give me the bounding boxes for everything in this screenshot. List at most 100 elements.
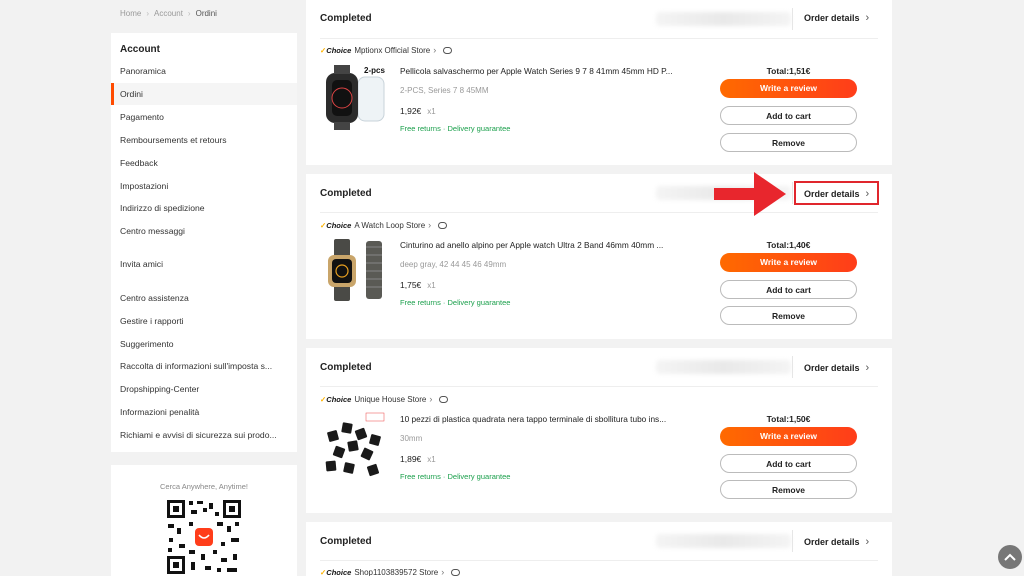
sidebar-item-suggestion[interactable]: Suggerimento	[111, 333, 297, 355]
sidebar-item-messages[interactable]: Centro messaggi	[111, 220, 297, 242]
sidebar-item-ordini[interactable]: Ordini	[111, 83, 297, 105]
order-details-link[interactable]: Order details ›	[804, 362, 869, 374]
chat-icon[interactable]	[443, 46, 453, 54]
sidebar-item-help-center[interactable]: Centro assistenza	[111, 287, 297, 309]
guarantee-text: Free returns · Delivery guarantee	[400, 124, 511, 133]
sidebar-item-invite-friends[interactable]: Invita amici	[111, 253, 297, 275]
chevron-right-icon: ›	[865, 362, 870, 374]
add-to-cart-button[interactable]: Add to cart	[720, 454, 857, 473]
breadcrumb-account[interactable]: Account	[154, 9, 183, 18]
product-variant: deep gray, 42 44 45 46 49mm	[400, 260, 507, 269]
store-name[interactable]: A Watch Loop Store	[354, 221, 425, 230]
chevron-right-icon: ›	[433, 45, 437, 55]
remove-button[interactable]: Remove	[720, 133, 857, 152]
order-status: Completed	[320, 362, 372, 373]
product-quantity: x1	[427, 455, 436, 464]
divider	[320, 386, 878, 387]
sidebar-item-tax-info[interactable]: Raccolta di informazioni sull'imposta s.…	[111, 355, 297, 377]
chevron-right-icon: ›	[865, 12, 870, 24]
sidebar-item-penalties[interactable]: Informazioni penalità	[111, 401, 297, 423]
order-info-blurred	[656, 360, 791, 374]
order-status: Completed	[320, 13, 372, 24]
breadcrumb-home[interactable]: Home	[120, 9, 141, 18]
product-variant: 30mm	[400, 434, 423, 443]
scroll-to-top-button[interactable]	[998, 545, 1022, 569]
product-price: 1,89€ x1	[400, 454, 436, 464]
order-details-link[interactable]: Order details ›	[804, 12, 869, 24]
order-status: Completed	[320, 536, 372, 547]
qr-code-icon	[165, 498, 243, 576]
product-name[interactable]: Pellicola salvaschermo per Apple Watch S…	[400, 66, 700, 76]
order-card: Completed Order details › ✓Choice Unique…	[306, 348, 892, 513]
sidebar-item-safety-recalls[interactable]: Richiami e avvisi di sicurezza sui prodo…	[111, 424, 297, 446]
highlight-box-annotation	[794, 181, 879, 205]
divider	[792, 530, 793, 552]
red-arrow-annotation	[714, 172, 786, 216]
remove-button[interactable]: Remove	[720, 306, 857, 325]
write-review-button[interactable]: Write a review	[720, 79, 857, 98]
product-price: 1,92€ x1	[400, 106, 436, 116]
thumb-badge: 2-pcs	[364, 66, 385, 75]
order-card: Completed Order details › ✓Choice Shop11…	[306, 522, 892, 576]
sidebar-item-shipping-address[interactable]: Indirizzo di spedizione	[111, 197, 297, 219]
chat-icon[interactable]	[439, 395, 449, 403]
chat-icon[interactable]	[438, 221, 448, 229]
store-row[interactable]: ✓Choice A Watch Loop Store ›	[320, 220, 448, 230]
store-name[interactable]: Mptionx Official Store	[354, 46, 430, 55]
chevron-right-icon: ›	[428, 220, 432, 230]
product-quantity: x1	[427, 107, 436, 116]
add-to-cart-button[interactable]: Add to cart	[720, 106, 857, 125]
choice-badge: ✓Choice	[320, 45, 352, 55]
divider	[320, 38, 878, 39]
write-review-button[interactable]: Write a review	[720, 253, 857, 272]
order-total: Total:1,40€	[766, 240, 811, 250]
sidebar-item-pagamento[interactable]: Pagamento	[111, 106, 297, 128]
product-thumbnail[interactable]	[320, 409, 390, 479]
sidebar-item-reports[interactable]: Gestire i rapporti	[111, 310, 297, 332]
add-to-cart-button[interactable]: Add to cart	[720, 280, 857, 299]
order-total: Total:1,50€	[766, 414, 811, 424]
chevron-right-icon: ›	[429, 394, 433, 404]
order-details-link[interactable]: Order details ›	[804, 536, 869, 548]
order-details-label: Order details	[804, 13, 860, 23]
order-card: Completed Order details › ✓Choice Mption…	[306, 0, 892, 165]
remove-button[interactable]: Remove	[720, 480, 857, 499]
store-row[interactable]: ✓Choice Mptionx Official Store ›	[320, 45, 453, 55]
store-name[interactable]: Shop1103839572 Store	[354, 568, 438, 576]
product-variant: 2-PCS, Series 7 8 45MM	[400, 86, 489, 95]
guarantee-text: Free returns · Delivery guarantee	[400, 298, 511, 307]
chevron-right-icon: ›	[865, 536, 870, 548]
chevron-right-icon: ›	[441, 567, 445, 576]
account-sidebar: Account Panoramica Ordini Pagamento Remb…	[111, 33, 297, 452]
store-name[interactable]: Unique House Store	[354, 395, 426, 404]
product-thumbnail[interactable]	[320, 235, 390, 305]
app-download-box: Cerca Anywhere, Anytime!	[111, 465, 297, 576]
choice-badge: ✓Choice	[320, 220, 352, 230]
product-name[interactable]: 10 pezzi di plastica quadrata nera tappo…	[400, 414, 700, 424]
breadcrumb: Home › Account › Ordini	[120, 9, 217, 18]
sidebar-item-refunds[interactable]: Remboursements et retours	[111, 129, 297, 151]
choice-badge: ✓Choice	[320, 394, 352, 404]
sidebar-item-feedback[interactable]: Feedback	[111, 152, 297, 174]
order-details-label: Order details	[804, 537, 860, 547]
sidebar-title: Account	[120, 44, 160, 55]
divider	[320, 212, 878, 213]
product-quantity: x1	[427, 281, 436, 290]
divider	[792, 8, 793, 30]
choice-badge: ✓Choice	[320, 567, 352, 576]
product-thumbnail[interactable]: 2-pcs	[320, 61, 390, 131]
sidebar-item-panoramica[interactable]: Panoramica	[111, 60, 297, 82]
store-row[interactable]: ✓Choice Shop1103839572 Store ›	[320, 567, 461, 576]
divider	[792, 356, 793, 378]
sidebar-item-dropshipping[interactable]: Dropshipping-Center	[111, 378, 297, 400]
sidebar-item-impostazioni[interactable]: Impostazioni	[111, 175, 297, 197]
product-name[interactable]: Cinturino ad anello alpino per Apple wat…	[400, 240, 700, 250]
order-status: Completed	[320, 188, 372, 199]
divider	[320, 560, 878, 561]
store-row[interactable]: ✓Choice Unique House Store ›	[320, 394, 449, 404]
order-details-label: Order details	[804, 363, 860, 373]
breadcrumb-separator: ›	[146, 9, 150, 18]
arrow-up-icon	[1004, 553, 1016, 561]
chat-icon[interactable]	[451, 568, 461, 576]
write-review-button[interactable]: Write a review	[720, 427, 857, 446]
